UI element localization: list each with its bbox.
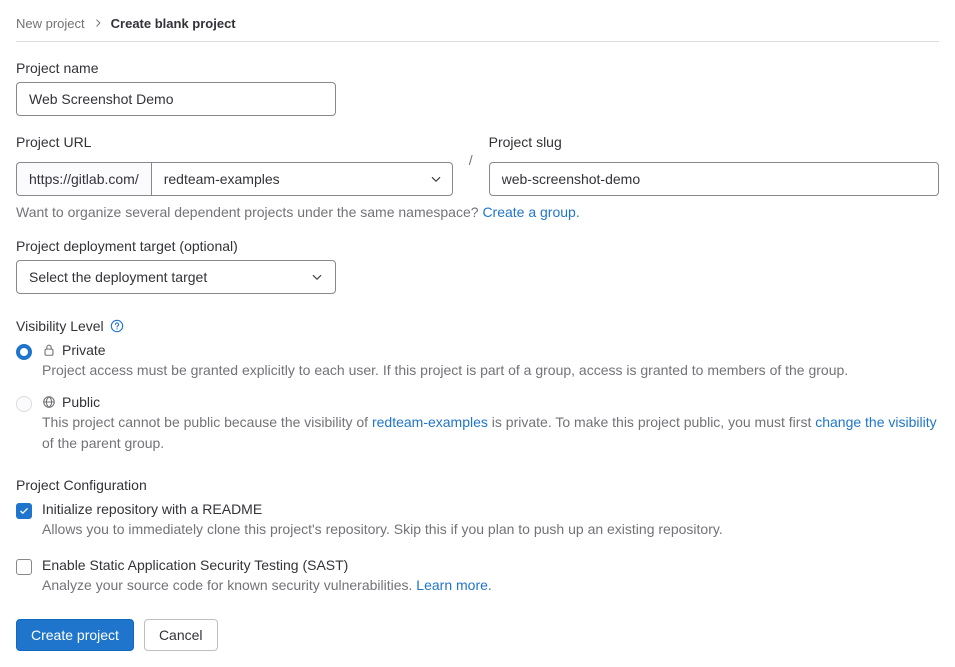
chevron-down-icon bbox=[430, 173, 442, 185]
project-name-label: Project name bbox=[16, 60, 939, 76]
sast-learn-more-link[interactable]: Learn more. bbox=[416, 577, 491, 593]
chevron-right-icon bbox=[93, 16, 103, 31]
chevron-down-icon bbox=[311, 271, 323, 283]
visibility-private-label[interactable]: Private bbox=[42, 342, 939, 358]
url-slash-separator: / bbox=[465, 142, 477, 178]
readme-desc: Allows you to immediately clone this pro… bbox=[42, 519, 939, 539]
readme-checkbox[interactable] bbox=[16, 503, 32, 519]
visibility-private-radio[interactable] bbox=[16, 344, 32, 360]
breadcrumb-parent[interactable]: New project bbox=[16, 16, 85, 31]
globe-icon bbox=[42, 395, 56, 409]
project-slug-input[interactable] bbox=[489, 162, 939, 196]
create-group-link[interactable]: Create a group. bbox=[482, 204, 579, 220]
project-url-label: Project URL bbox=[16, 134, 453, 150]
visibility-public-desc: This project cannot be public because th… bbox=[42, 412, 939, 453]
sast-checkbox[interactable] bbox=[16, 559, 32, 575]
change-visibility-link[interactable]: change the visibility bbox=[815, 414, 936, 430]
create-project-button[interactable]: Create project bbox=[16, 619, 134, 651]
visibility-heading: Visibility Level bbox=[16, 318, 939, 334]
readme-label[interactable]: Initialize repository with a README bbox=[42, 501, 939, 517]
lock-icon bbox=[42, 343, 56, 357]
namespace-selected: redteam-examples bbox=[164, 171, 280, 187]
visibility-public-label: Public bbox=[42, 394, 939, 410]
sast-label[interactable]: Enable Static Application Security Testi… bbox=[42, 557, 939, 573]
namespace-select[interactable]: redteam-examples bbox=[151, 162, 453, 196]
breadcrumb: New project Create blank project bbox=[16, 16, 939, 42]
cancel-button[interactable]: Cancel bbox=[144, 619, 218, 651]
namespace-link[interactable]: redteam-examples bbox=[372, 414, 488, 430]
project-name-input[interactable] bbox=[16, 82, 336, 116]
deployment-target-label: Project deployment target (optional) bbox=[16, 238, 939, 254]
deployment-placeholder: Select the deployment target bbox=[29, 269, 207, 285]
sast-desc: Analyze your source code for known secur… bbox=[42, 575, 939, 595]
project-config-heading: Project Configuration bbox=[16, 477, 939, 493]
help-icon[interactable] bbox=[110, 319, 124, 333]
breadcrumb-current: Create blank project bbox=[111, 16, 236, 31]
deployment-target-select[interactable]: Select the deployment target bbox=[16, 260, 336, 294]
namespace-hint: Want to organize several dependent proje… bbox=[16, 204, 939, 220]
project-url-base: https://gitlab.com/ bbox=[16, 162, 151, 196]
project-slug-label: Project slug bbox=[489, 134, 939, 150]
visibility-private-desc: Project access must be granted explicitl… bbox=[42, 360, 939, 380]
visibility-public-radio bbox=[16, 396, 32, 412]
